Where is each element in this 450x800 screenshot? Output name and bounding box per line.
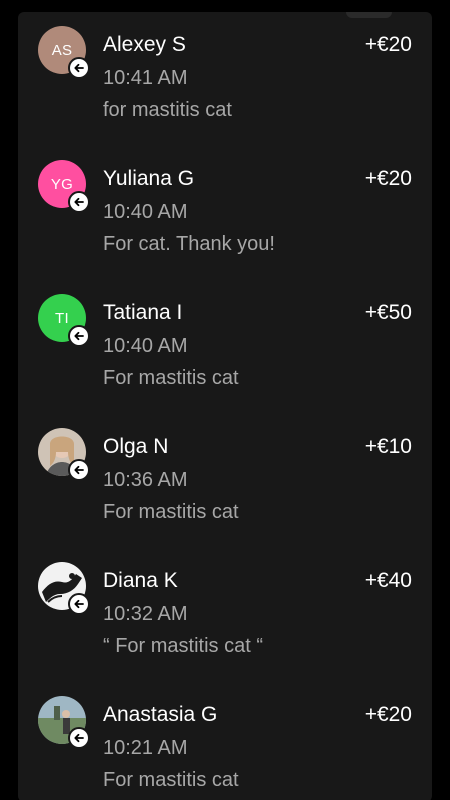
avatar: TI (38, 294, 90, 347)
panel-top-handle (346, 12, 392, 18)
sender-name: Alexey S (103, 33, 186, 56)
avatar (38, 428, 90, 481)
transaction-time: 10:36 AM (103, 469, 188, 491)
transaction-time: 10:40 AM (103, 201, 188, 223)
avatar (38, 696, 90, 749)
sender-name: Olga N (103, 435, 169, 458)
incoming-arrow-icon (68, 325, 90, 347)
transaction-item[interactable]: Anastasia G 10:21 AM For mastitis cat +€… (18, 690, 432, 800)
screen: AS Alexey S 10:41 AM for mastitis cat +€… (0, 0, 450, 800)
incoming-arrow-icon (68, 459, 90, 481)
transaction-amount: +€40 (364, 569, 412, 592)
incoming-arrow-icon (68, 57, 90, 79)
transaction-note: for mastitis cat (103, 99, 232, 121)
transaction-amount: +€10 (364, 435, 412, 458)
avatar: YG (38, 160, 90, 213)
sender-name: Diana K (103, 569, 178, 592)
transaction-note: For mastitis cat (103, 769, 239, 791)
sender-name: Anastasia G (103, 703, 218, 726)
incoming-arrow-icon (68, 191, 90, 213)
transaction-item[interactable]: TI Tatiana I 10:40 AM For mastitis cat +… (18, 288, 432, 408)
transaction-time: 10:41 AM (103, 67, 188, 89)
transaction-note: For mastitis cat (103, 501, 239, 523)
transaction-note: For cat. Thank you! (103, 233, 275, 255)
sender-name: Yuliana G (103, 167, 195, 190)
transaction-time: 10:32 AM (103, 603, 188, 625)
avatar: AS (38, 26, 90, 79)
transaction-item[interactable]: YG Yuliana G 10:40 AM For cat. Thank you… (18, 154, 432, 274)
incoming-arrow-icon (68, 593, 90, 615)
avatar (38, 562, 90, 615)
transaction-item[interactable]: Diana K 10:32 AM “ For mastitis cat “ +€… (18, 556, 432, 676)
transaction-time: 10:21 AM (103, 737, 188, 759)
incoming-arrow-icon (68, 727, 90, 749)
transaction-item[interactable]: AS Alexey S 10:41 AM for mastitis cat +€… (18, 20, 432, 140)
transaction-amount: +€20 (364, 33, 412, 56)
transaction-amount: +€20 (364, 703, 412, 726)
transaction-time: 10:40 AM (103, 335, 188, 357)
transactions-panel: AS Alexey S 10:41 AM for mastitis cat +€… (18, 12, 432, 800)
transaction-amount: +€20 (364, 167, 412, 190)
transaction-note: For mastitis cat (103, 367, 239, 389)
transaction-item[interactable]: Olga N 10:36 AM For mastitis cat +€10 (18, 422, 432, 542)
transaction-note: “ For mastitis cat “ (103, 635, 264, 657)
transaction-amount: +€50 (364, 301, 412, 324)
sender-name: Tatiana I (103, 301, 183, 324)
